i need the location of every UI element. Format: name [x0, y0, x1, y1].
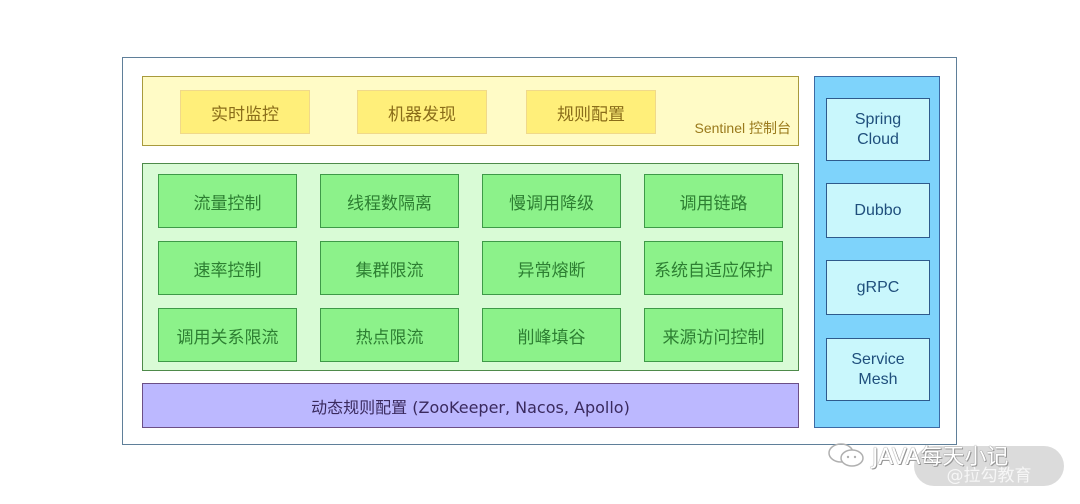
- dynamic-rule-config-bar: 动态规则配置 (ZooKeeper, Nacos, Apollo): [142, 383, 799, 428]
- watermark: JAVA每天小记: [826, 440, 1008, 470]
- feature-peak-shaving: 削峰填谷: [482, 308, 621, 362]
- adapter-dubbo: Dubbo: [826, 183, 930, 238]
- feature-rate-control: 速率控制: [158, 241, 297, 295]
- feature-call-chain: 调用链路: [644, 174, 783, 228]
- console-item-realtime-monitoring: 实时监控: [180, 90, 310, 134]
- feature-hotspot-limit: 热点限流: [320, 308, 459, 362]
- adapters-panel: Spring Cloud Dubbo gRPC Service Mesh: [814, 76, 940, 428]
- adapter-service-mesh: Service Mesh: [826, 338, 930, 401]
- adapter-grpc: gRPC: [826, 260, 930, 315]
- console-item-machine-discovery: 机器发现: [357, 90, 487, 134]
- dynamic-rule-config-label: 动态规则配置 (ZooKeeper, Nacos, Apollo): [311, 397, 630, 417]
- console-item-rule-config: 规则配置: [526, 90, 656, 134]
- console-label: Sentinel 控制台: [694, 120, 791, 136]
- feature-system-adaptive-protection: 系统自适应保护: [644, 241, 783, 295]
- feature-thread-isolation: 线程数隔离: [320, 174, 459, 228]
- features-panel: 流量控制 线程数隔离 慢调用降级 调用链路 速率控制 集群限流 异常熔断 系统自…: [142, 163, 799, 371]
- feature-exception-circuit-break: 异常熔断: [482, 241, 621, 295]
- adapter-spring-cloud: Spring Cloud: [826, 98, 930, 161]
- feature-slow-call-degrade: 慢调用降级: [482, 174, 621, 228]
- watermark-text: JAVA每天小记: [872, 445, 1009, 470]
- feature-relation-limit: 调用关系限流: [158, 308, 297, 362]
- feature-flow-control: 流量控制: [158, 174, 297, 228]
- feature-cluster-limit: 集群限流: [320, 241, 459, 295]
- sentinel-console-panel: 实时监控 机器发现 规则配置 Sentinel 控制台: [142, 76, 799, 146]
- wechat-icon: [828, 443, 864, 467]
- feature-origin-access-control: 来源访问控制: [644, 308, 783, 362]
